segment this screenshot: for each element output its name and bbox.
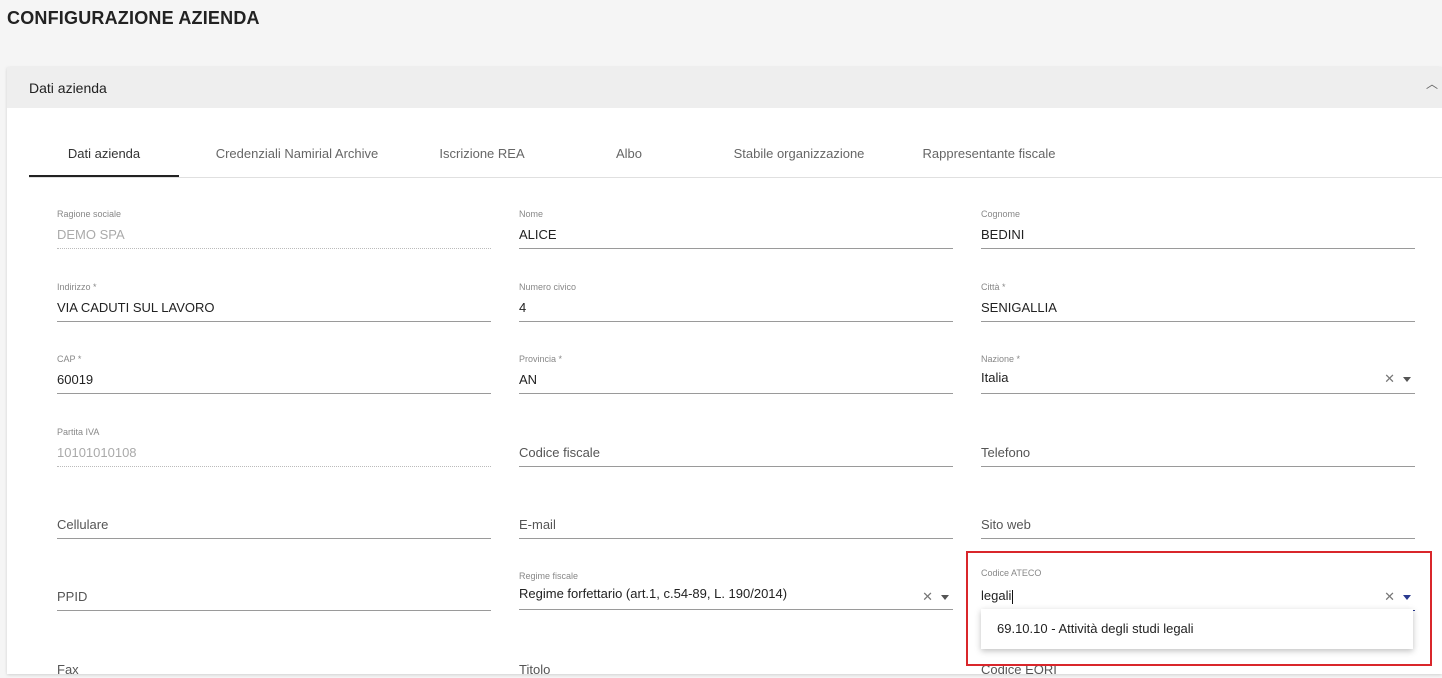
ragione-sociale-underline: [57, 248, 491, 249]
citta-label: Città *: [981, 282, 1006, 292]
cellulare-underline: [57, 538, 491, 539]
panel-header[interactable]: Dati azienda ︿: [7, 67, 1442, 108]
nazione-select[interactable]: Nazione * Italia ✕: [981, 354, 1415, 394]
indirizzo-field[interactable]: Indirizzo * VIA CADUTI SUL LAVORO: [57, 282, 491, 322]
ppid-field[interactable]: PPID: [57, 571, 491, 611]
clear-icon[interactable]: ✕: [1384, 371, 1395, 387]
citta-input[interactable]: SENIGALLIA: [981, 300, 1415, 316]
tab-albo[interactable]: Albo: [604, 137, 654, 175]
partita-iva-label: Partita IVA: [57, 427, 100, 437]
email-underline: [519, 538, 953, 539]
nazione-controls: ✕: [1384, 371, 1411, 387]
regime-fiscale-select[interactable]: Regime fiscale Regime forfettario (art.1…: [519, 571, 953, 610]
cognome-underline: [981, 248, 1415, 249]
titolo-field[interactable]: Titolo: [519, 644, 953, 678]
tab-rappresentante-fiscale[interactable]: Rappresentante fiscale: [909, 137, 1069, 175]
cognome-field[interactable]: Cognome BEDINI: [981, 209, 1415, 249]
regime-fiscale-controls: ✕: [922, 589, 949, 605]
numero-civico-field[interactable]: Numero civico 4: [519, 282, 953, 322]
nome-field[interactable]: Nome ALICE: [519, 209, 953, 249]
tab-bar: Dati azienda Credenziali Namirial Archiv…: [29, 137, 1442, 178]
citta-field[interactable]: Città * SENIGALLIA: [981, 282, 1415, 322]
indirizzo-label: Indirizzo *: [57, 282, 97, 292]
telefono-underline: [981, 466, 1415, 467]
tab-stabile-organizzazione[interactable]: Stabile organizzazione: [719, 137, 879, 175]
codice-fiscale-label-spacer: [519, 427, 953, 438]
sito-web-label-spacer: [981, 499, 1415, 510]
citta-underline: [981, 321, 1415, 322]
provincia-label: Provincia *: [519, 354, 563, 364]
regime-fiscale-value[interactable]: Regime forfettario (art.1, c.54-89, L. 1…: [519, 586, 909, 602]
titolo-label-spacer: [519, 644, 953, 655]
titolo-input[interactable]: Titolo: [519, 662, 953, 678]
indirizzo-input[interactable]: VIA CADUTI SUL LAVORO: [57, 300, 491, 316]
tab-credenziali-namirial-archive[interactable]: Credenziali Namirial Archive: [197, 137, 397, 175]
cognome-input[interactable]: BEDINI: [981, 227, 1415, 243]
cognome-label: Cognome: [981, 209, 1021, 219]
indirizzo-underline: [57, 321, 491, 322]
chevron-down-icon[interactable]: [1403, 376, 1411, 382]
chevron-down-icon[interactable]: [941, 594, 949, 600]
email-field[interactable]: E-mail: [519, 499, 953, 539]
partita-iva-underline: [57, 466, 491, 467]
sito-web-underline: [981, 538, 1415, 539]
telefono-field[interactable]: Telefono: [981, 427, 1415, 467]
provincia-field[interactable]: Provincia * AN: [519, 354, 953, 394]
nazione-label: Nazione *: [981, 354, 1021, 364]
nome-label: Nome: [519, 209, 544, 219]
sito-web-field[interactable]: Sito web: [981, 499, 1415, 539]
fax-field[interactable]: Fax: [57, 644, 491, 678]
cap-underline: [57, 393, 491, 394]
codice-fiscale-field[interactable]: Codice fiscale: [519, 427, 953, 467]
nome-input[interactable]: ALICE: [519, 227, 953, 243]
regime-fiscale-label: Regime fiscale: [519, 571, 579, 581]
numero-civico-underline: [519, 321, 953, 322]
chevron-up-icon[interactable]: ︿: [1426, 77, 1440, 91]
ragione-sociale-label: Ragione sociale: [57, 209, 122, 219]
partita-iva-field: Partita IVA 10101010108: [57, 427, 491, 467]
tab-iscrizione-rea[interactable]: Iscrizione REA: [427, 137, 537, 175]
telefono-input[interactable]: Telefono: [981, 445, 1415, 461]
fax-input[interactable]: Fax: [57, 662, 491, 678]
cellulare-field[interactable]: Cellulare: [57, 499, 491, 539]
email-label-spacer: [519, 499, 953, 510]
partita-iva-value: 10101010108: [57, 445, 137, 460]
highlight-box: [966, 551, 1432, 666]
fax-label-spacer: [57, 644, 491, 655]
cap-label: CAP *: [57, 354, 82, 364]
email-input[interactable]: E-mail: [519, 517, 953, 533]
ppid-underline: [57, 610, 491, 611]
telefono-label-spacer: [981, 427, 1415, 438]
codice-fiscale-input[interactable]: Codice fiscale: [519, 445, 953, 461]
cap-field[interactable]: CAP * 60019: [57, 354, 491, 394]
provincia-input[interactable]: AN: [519, 372, 953, 388]
tab-dati-azienda[interactable]: Dati azienda: [29, 137, 179, 177]
numero-civico-input[interactable]: 4: [519, 300, 953, 316]
ragione-sociale-value: DEMO SPA: [57, 227, 125, 242]
numero-civico-label: Numero civico: [519, 282, 577, 292]
regime-fiscale-underline: [519, 609, 953, 610]
cellulare-input[interactable]: Cellulare: [57, 517, 491, 533]
provincia-underline: [519, 393, 953, 394]
ppid-input[interactable]: PPID: [57, 589, 491, 605]
nazione-value[interactable]: Italia: [981, 370, 1415, 386]
nazione-underline: [981, 393, 1415, 394]
cellulare-label-spacer: [57, 499, 491, 510]
cap-input[interactable]: 60019: [57, 372, 491, 388]
sito-web-input[interactable]: Sito web: [981, 517, 1415, 533]
clear-icon[interactable]: ✕: [922, 589, 933, 605]
ppid-label-spacer: [57, 571, 491, 582]
codice-fiscale-underline: [519, 466, 953, 467]
page-title: CONFIGURAZIONE AZIENDA: [7, 8, 260, 28]
panel-title: Dati azienda: [29, 79, 107, 96]
ragione-sociale-field: Ragione sociale DEMO SPA: [57, 209, 491, 249]
nome-underline: [519, 248, 953, 249]
